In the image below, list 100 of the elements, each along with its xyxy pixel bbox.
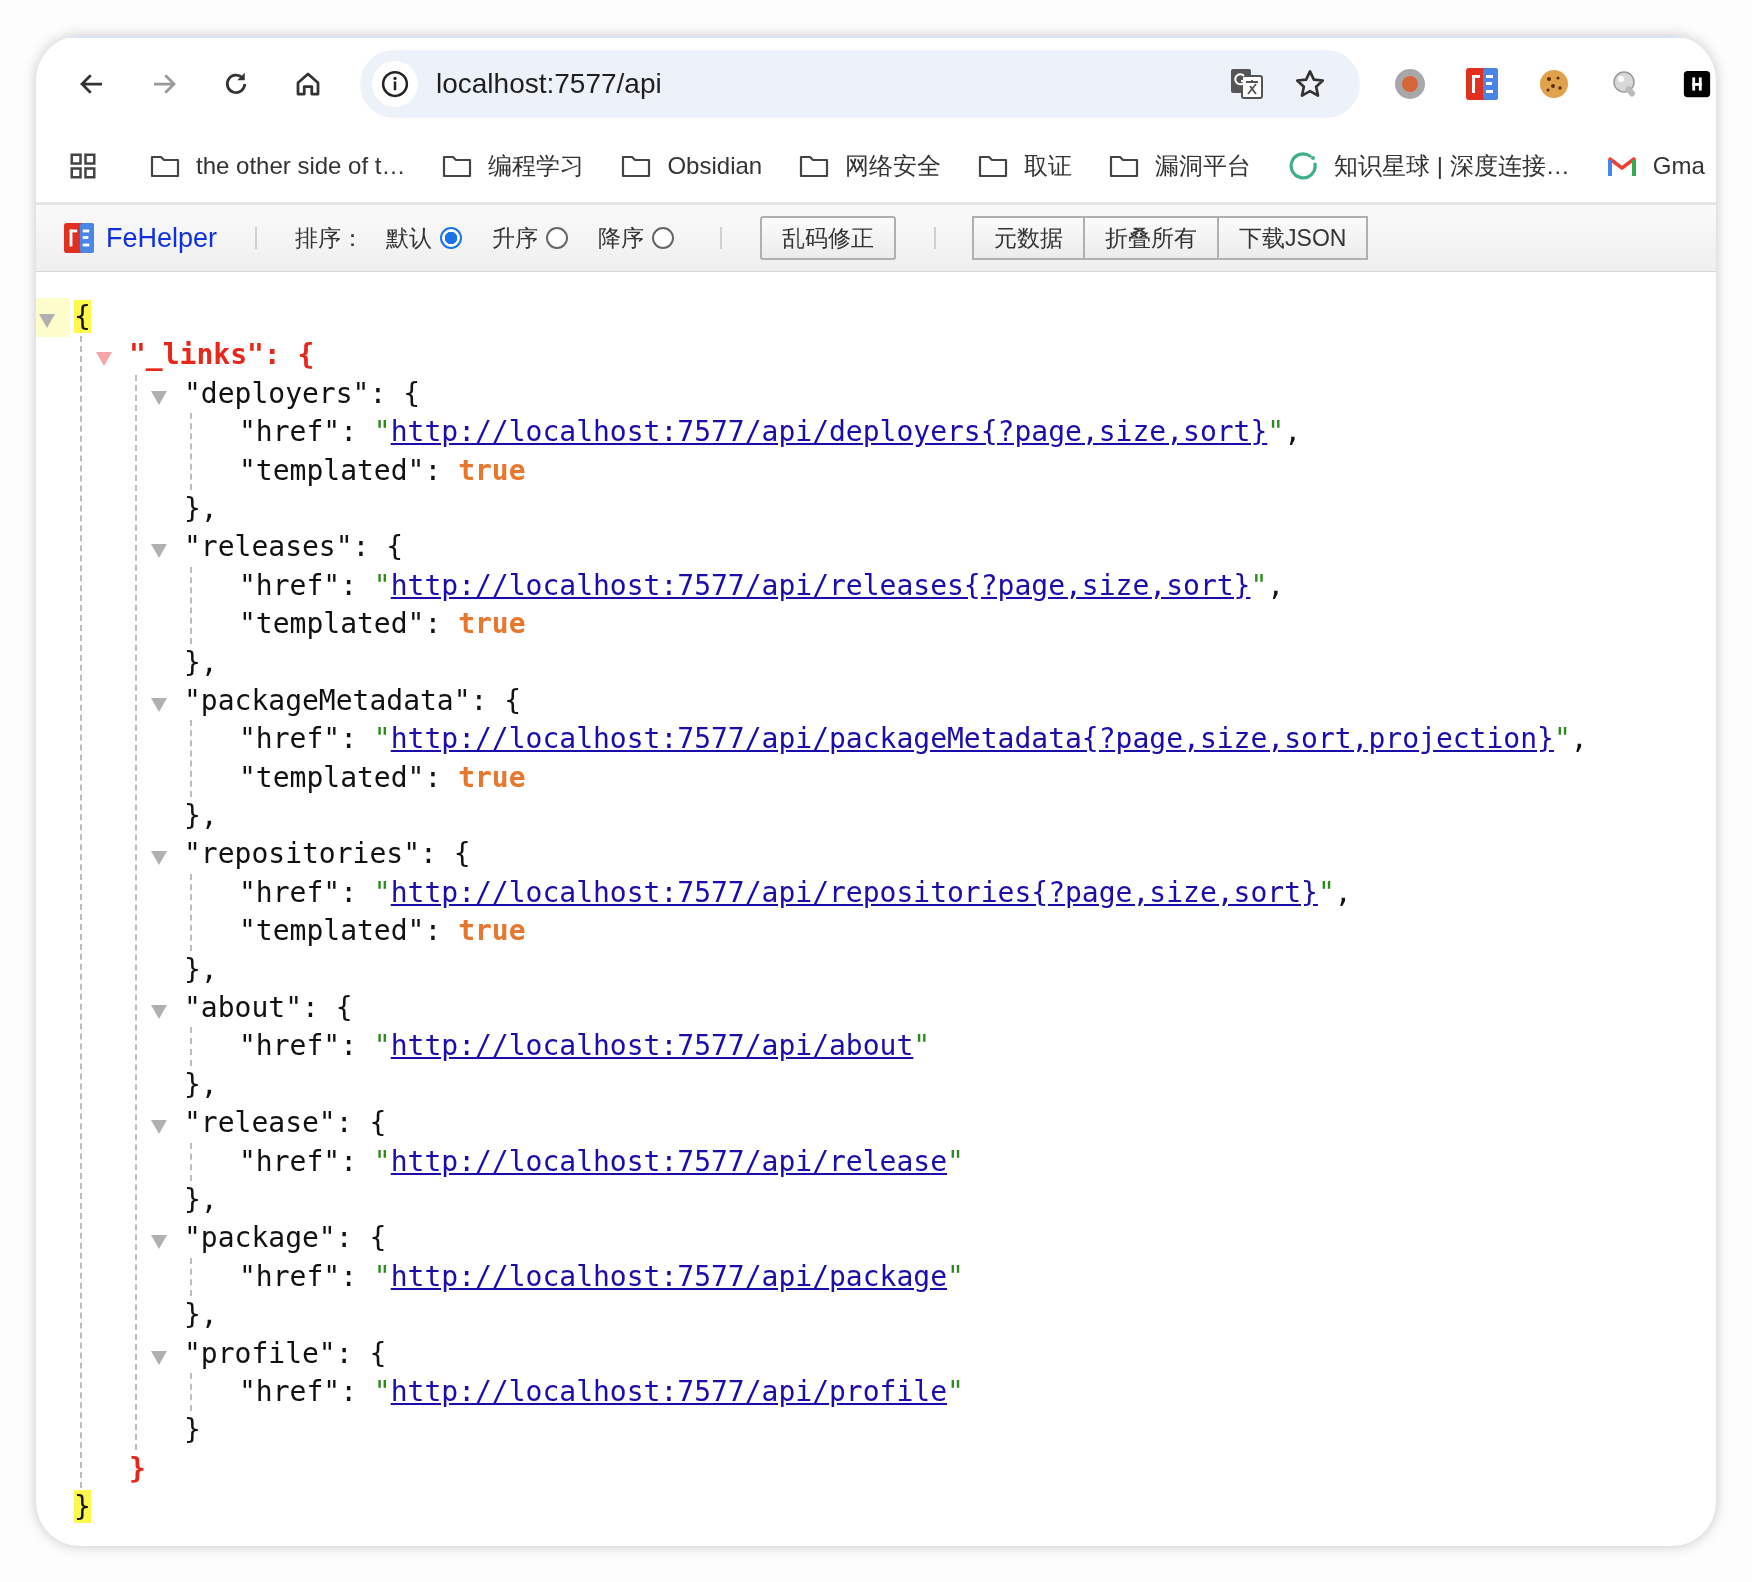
quote-mark: " [373,875,391,909]
quote-mark: " [947,1259,964,1293]
comma: , [1267,568,1285,602]
json-link[interactable]: http://localhost:7577/api/package [390,1259,947,1293]
comma: , [1284,415,1302,449]
json-key: "releases": { [184,530,404,564]
json-key: "href": [239,1029,374,1063]
folder-icon [1109,154,1140,178]
mail-icon [1606,154,1637,178]
apps-icon[interactable] [68,151,98,181]
json-brace: { [74,300,91,333]
fix-encoding-button[interactable]: 乱码修正 [760,216,897,260]
brand-logo-icon [64,223,94,253]
quote-mark: " [1317,875,1335,909]
json-boolean: true [458,760,526,794]
translate-icon[interactable] [1230,68,1264,100]
json-link[interactable]: http://localhost:7577/api/packageMetadata{?page,size,sort,projection} [390,722,1554,756]
quote-mark: " [1553,722,1571,756]
quote-mark: " [913,1029,931,1063]
json-boolean: true [458,607,526,641]
quote-mark: " [373,1259,391,1293]
quote-mark: " [373,1374,391,1408]
quote-mark: " [373,722,391,756]
sort-radio[interactable] [440,227,463,249]
json-key: "_links": { [129,338,315,372]
json-key: "href": [239,1144,374,1178]
quote-mark: " [947,1374,964,1408]
folder-icon [621,154,652,178]
json-brace: }, [184,645,218,679]
json-brace: }, [184,1298,218,1332]
json-brace: }, [184,799,218,833]
quote-mark: " [947,1144,964,1178]
quote-mark: " [373,1029,391,1063]
json-brace: }, [184,1183,218,1216]
bookmark[interactable]: 漏洞平台 [1109,150,1252,182]
json-key: "templated": [239,760,459,794]
toolbar-button[interactable]: 折叠所有 [1083,216,1220,260]
json-key: "href": [239,1374,374,1408]
json-boolean: true [458,453,526,487]
json-key: "href": [239,875,374,909]
cookie-icon[interactable] [1538,68,1570,100]
sort-radio[interactable] [546,227,569,249]
quote-mark: " [373,415,391,449]
quote-mark: " [1250,568,1268,602]
folder-icon [799,154,830,178]
toolbar-button[interactable]: 下载JSON [1217,216,1369,260]
bookmark[interactable]: Obsidian [621,152,763,180]
json-brace: }, [184,952,218,986]
sort-radio[interactable] [652,227,675,249]
record-icon[interactable] [1394,68,1426,100]
json-link[interactable]: http://localhost:7577/api/profile [390,1374,947,1408]
json-key: "about": { [184,991,353,1025]
json-link[interactable]: http://localhost:7577/api/repositories{?page,size,sort} [390,875,1318,909]
json-key: "href": [239,1259,374,1293]
extension-logo-icon[interactable] [1466,68,1498,100]
quote-mark: " [373,568,391,602]
address-bar[interactable]: localhost:7577/api [360,50,1360,118]
extension-icon[interactable] [1682,69,1712,99]
comma: , [1334,875,1352,909]
json-key: "templated": [239,914,459,948]
bookmark[interactable]: the other side of t… [150,152,406,180]
sort-option-label: 升序 [492,223,539,253]
quote-mark: " [373,1144,391,1178]
bookmark[interactable]: 知识星球 | 深度连接… [1288,150,1570,182]
folder-icon [978,154,1009,178]
json-key: "href": [239,722,374,756]
sort-label: 排序： [295,223,365,253]
json-key: "packageMetadata": { [184,683,522,717]
json-brace: } [74,1490,91,1524]
brand-name[interactable]: FeHelper [106,222,218,254]
bookmark[interactable]: 网络安全 [799,150,942,182]
json-key: "templated": [239,607,459,641]
toggle-icon[interactable] [36,298,70,337]
bookmark[interactable]: Gma [1606,152,1705,180]
json-key: "templated": [239,453,459,487]
ring-icon [1288,151,1319,181]
toolbar-button[interactable]: 元数据 [972,216,1086,260]
bookmark[interactable]: 编程学习 [442,150,585,182]
sort-option-label: 默认 [386,223,433,253]
json-key: "href": [239,415,374,449]
json-key: "repositories": { [184,837,471,871]
json-link[interactable]: http://localhost:7577/api/releases{?page,size,sort} [390,568,1251,602]
json-link[interactable]: http://localhost:7577/api/release [390,1144,947,1178]
json-link[interactable]: http://localhost:7577/api/deployers{?page,size,sort} [390,415,1268,449]
info-icon[interactable] [372,61,418,107]
bookmark[interactable]: 取证 [978,150,1073,182]
json-link[interactable]: http://localhost:7577/api/about [390,1029,914,1063]
json-brace: } [184,1413,201,1447]
json-key: "package": { [184,1221,387,1255]
url-text: localhost:7577/api [436,68,662,100]
json-key: "href": [239,568,374,602]
json-brace: } [129,1451,146,1485]
json-key: "profile": { [184,1336,387,1370]
json-brace: }, [184,1067,218,1101]
star-icon[interactable] [1294,68,1326,100]
folder-icon [150,154,180,178]
comma: , [1570,722,1588,756]
json-boolean: true [458,914,526,948]
json-key: "release": { [184,1106,387,1140]
sort-option-label: 降序 [598,223,645,253]
